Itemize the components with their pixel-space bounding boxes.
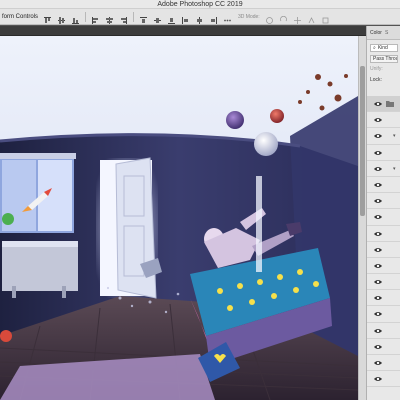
dresser-leg [62, 286, 66, 298]
layer-row[interactable] [367, 371, 400, 388]
blend-mode-value: Pass Throu [373, 56, 397, 62]
distribute-center-icon[interactable] [153, 12, 162, 23]
layer-row[interactable] [367, 323, 400, 339]
3d-rotate-icon[interactable] [265, 12, 274, 24]
3d-roll-icon[interactable] [279, 12, 288, 22]
window-title-bar: Adobe Photoshop CC 2019 [0, 0, 400, 9]
eye-icon[interactable] [374, 263, 382, 269]
3d-mode-label: 3D Mode: [238, 13, 260, 20]
vertical-scrollbar[interactable] [358, 36, 366, 400]
align-right-icon[interactable] [119, 12, 128, 24]
eye-icon[interactable] [374, 150, 382, 156]
folder-icon [386, 101, 394, 107]
eye-icon[interactable] [374, 133, 382, 139]
layers-list: ▾ ▾ [367, 96, 400, 400]
options-bar: form Controls 3D Mode: [0, 9, 400, 25]
layer-row[interactable] [367, 242, 400, 258]
layer-row[interactable] [367, 339, 400, 355]
distribute-bottom-icon[interactable] [167, 12, 176, 24]
scrollbar-thumb[interactable] [360, 66, 365, 216]
panel-tabs: Color S [367, 26, 400, 40]
layer-row[interactable] [367, 145, 400, 161]
3d-slide-icon[interactable] [307, 12, 316, 24]
kind-label: Kind [377, 45, 388, 51]
unify-label: Unify: [370, 66, 383, 72]
app-title: Adobe Photoshop CC 2019 [157, 1, 243, 8]
white-planet [254, 132, 278, 156]
canvas-area[interactable] [0, 36, 366, 400]
transform-controls-label[interactable]: form Controls [2, 14, 38, 20]
dresser [2, 241, 78, 291]
layer-row[interactable] [367, 193, 400, 210]
layer-filter-kind[interactable]: ⌕ Kind [370, 44, 398, 52]
eye-icon[interactable] [374, 214, 382, 220]
tab-color[interactable]: Color [370, 30, 382, 36]
canvas-artwork [0, 36, 359, 400]
3d-scale-icon[interactable] [321, 12, 330, 24]
align-left-icon[interactable] [91, 12, 100, 24]
red-planet [270, 109, 284, 123]
door[interactable] [115, 157, 157, 299]
eye-icon[interactable] [374, 328, 382, 334]
layer-row[interactable] [367, 306, 400, 323]
eye-icon[interactable] [374, 182, 382, 188]
distribute-left-icon[interactable] [181, 12, 190, 24]
eye-icon[interactable] [374, 295, 382, 301]
layer-row[interactable] [367, 112, 400, 129]
document-tab-strip [0, 26, 368, 36]
layer-row[interactable] [367, 290, 400, 307]
layer-row[interactable] [367, 96, 400, 113]
eye-icon[interactable] [374, 279, 382, 285]
align-vertical-center-icon[interactable] [57, 12, 66, 24]
curtain-rod [0, 153, 76, 159]
green-figure [2, 213, 14, 225]
eye-icon[interactable] [374, 166, 382, 172]
layer-row[interactable]: ▾ [367, 128, 400, 145]
dresser-leg [12, 286, 16, 298]
align-horizontal-center-icon[interactable] [105, 12, 114, 24]
light-beam [256, 176, 262, 272]
layer-row[interactable] [367, 274, 400, 291]
eye-icon[interactable] [374, 101, 382, 107]
lock-label: Lock: [370, 77, 382, 83]
layers-panel: Color S ⌕ Kind Pass Throu Unify: Lock: ▾… [366, 26, 400, 400]
toolbar-separator [133, 11, 135, 22]
chevron-down-icon[interactable]: ▾ [393, 166, 396, 172]
red-toy [0, 330, 12, 342]
3d-pan-icon[interactable] [293, 12, 302, 24]
purple-planet [226, 111, 244, 129]
layer-row[interactable] [367, 355, 400, 372]
distribute-horizontal-icon[interactable] [195, 12, 204, 24]
search-icon: ⌕ [373, 45, 376, 51]
layer-row[interactable] [367, 177, 400, 194]
align-bottom-icon[interactable] [71, 12, 80, 24]
layer-row[interactable] [367, 209, 400, 226]
distribute-right-icon[interactable] [209, 12, 218, 24]
align-top-icon[interactable] [43, 12, 52, 23]
chevron-down-icon[interactable]: ▾ [393, 133, 396, 139]
eye-icon[interactable] [374, 376, 382, 382]
eye-icon[interactable] [374, 311, 382, 317]
more-options-icon[interactable] [223, 12, 232, 22]
eye-icon[interactable] [374, 231, 382, 237]
eye-icon[interactable] [374, 117, 382, 123]
eye-icon[interactable] [374, 198, 382, 204]
eye-icon[interactable] [374, 360, 382, 366]
layer-row[interactable] [367, 226, 400, 242]
layer-row[interactable] [367, 258, 400, 275]
eye-icon[interactable] [374, 247, 382, 253]
tab-swatches[interactable]: S [385, 30, 388, 36]
eye-icon[interactable] [374, 344, 382, 350]
dresser-top [2, 241, 78, 247]
distribute-top-icon[interactable] [139, 12, 148, 23]
blend-mode-select[interactable]: Pass Throu [370, 55, 398, 63]
layer-row[interactable]: ▾ [367, 161, 400, 177]
toolbar-separator [85, 11, 87, 22]
